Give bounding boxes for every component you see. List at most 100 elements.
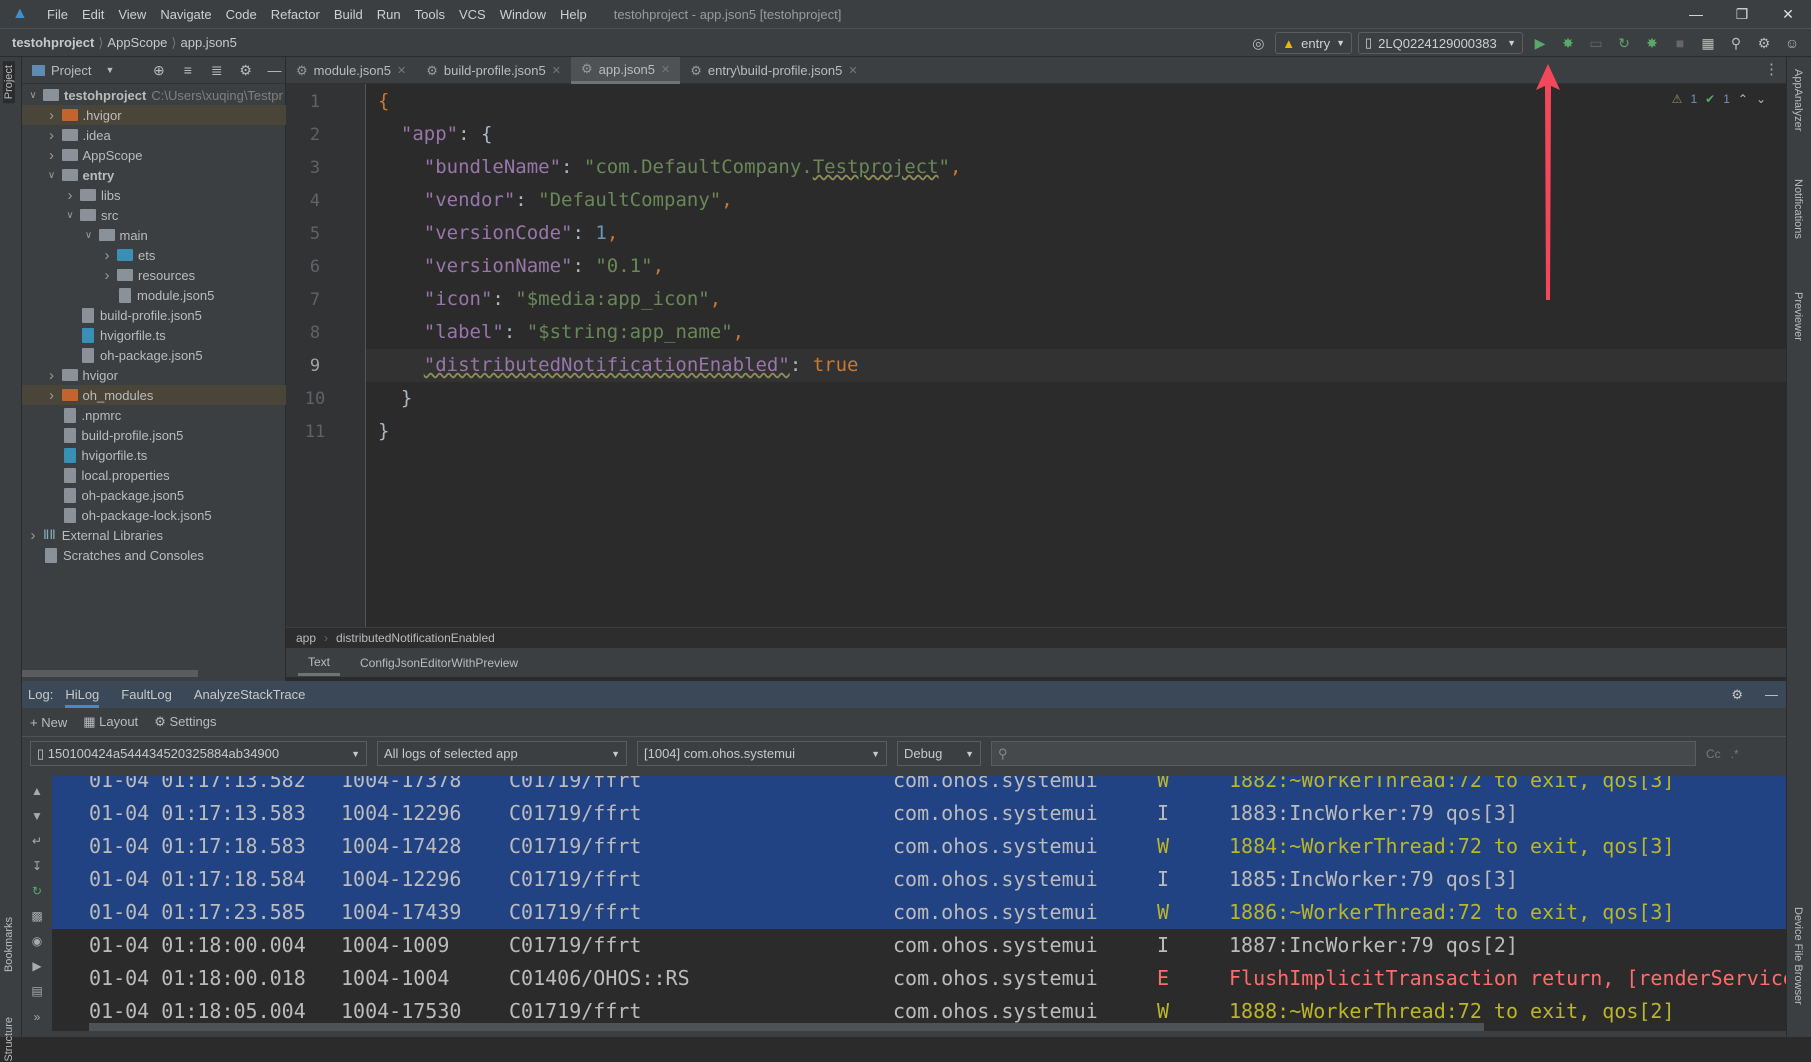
match-case-toggle[interactable]: Cc <box>1706 747 1721 761</box>
chevron-right-icon[interactable]: › <box>100 247 114 264</box>
new-button[interactable]: + New <box>30 715 67 730</box>
chevron-right-icon[interactable]: › <box>63 187 77 204</box>
log-row[interactable]: 01-04 01:17:23.585 1004-17439 C01719/ffrt c… <box>52 896 1786 929</box>
breadcrumb-project[interactable]: testohproject <box>0 35 98 50</box>
breadcrumb-appscope[interactable]: AppScope <box>103 35 171 50</box>
tree-item[interactable]: › ⅡⅡ External Libraries <box>22 525 286 545</box>
tree-item[interactable]: local.properties <box>22 465 286 485</box>
menu-build[interactable]: Build <box>327 7 370 22</box>
menu-navigate[interactable]: Navigate <box>153 7 218 22</box>
log-row[interactable]: 01-04 01:18:00.004 1004-1009 C01719/ffrt co… <box>52 929 1786 962</box>
chevron-right-icon[interactable]: › <box>26 527 40 544</box>
tab-module-json5[interactable]: ⚙ module.json5 ✕ <box>286 57 416 84</box>
log-row[interactable]: 01-04 01:17:13.582 1004-17378 C01719/ffrt c… <box>52 776 1786 797</box>
save-icon[interactable]: ▤ <box>28 984 46 998</box>
tab-faultlog[interactable]: FaultLog <box>121 687 172 702</box>
close-tab-icon[interactable]: ✕ <box>661 63 670 76</box>
menu-view[interactable]: View <box>111 7 153 22</box>
run-config-select[interactable]: ▲ entry ▼ <box>1275 32 1352 54</box>
tree-item[interactable]: oh-package.json5 <box>22 485 286 505</box>
close-tab-icon[interactable]: ✕ <box>397 64 406 77</box>
tree-item[interactable]: › ets <box>22 245 286 265</box>
chevron-right-icon[interactable]: › <box>45 387 59 404</box>
next-highlight-icon[interactable]: ⌄ <box>1756 92 1766 106</box>
tab-build-profile-json5[interactable]: ⚙ build-profile.json5 ✕ <box>416 57 571 84</box>
tree-item[interactable]: hvigorfile.ts <box>22 325 286 345</box>
project-view-select[interactable]: Project ▼ <box>32 63 114 78</box>
hide-log-icon[interactable]: — <box>1765 687 1778 702</box>
tree-item[interactable]: build-profile.json5 <box>22 305 286 325</box>
tree-item[interactable]: oh-package-lock.json5 <box>22 505 286 525</box>
tab-analyze-stack-trace[interactable]: AnalyzeStackTrace <box>194 687 306 702</box>
app-analyzer-tool-button[interactable]: AppAnalyzer <box>1792 69 1804 131</box>
project-tool-button[interactable]: Project <box>3 61 15 104</box>
tree-item[interactable]: ∨ main <box>22 225 286 245</box>
scope-filter[interactable]: All logs of selected app ▼ <box>377 741 627 766</box>
tree-item[interactable]: › .idea <box>22 125 286 145</box>
more-icon[interactable]: » <box>28 1010 46 1024</box>
menu-run[interactable]: Run <box>370 7 408 22</box>
settings-button[interactable]: ⚙ Settings <box>154 714 216 730</box>
menu-vcs[interactable]: VCS <box>452 7 493 22</box>
breadcrumb-file[interactable]: app.json5 <box>177 35 241 50</box>
chevron-right-icon[interactable]: › <box>100 267 114 284</box>
inspections-widget[interactable]: ⚠ 1 ✔ 1 ⌃ ⌄ <box>1672 92 1766 106</box>
tab-config-json-editor[interactable]: ConfigJsonEditorWithPreview <box>360 656 518 670</box>
device-filter[interactable]: ▯ 150100424a544434520325884ab34900 ▼ <box>30 741 367 766</box>
soft-wrap-icon[interactable]: ↵ <box>28 834 46 848</box>
tree-item[interactable]: .npmrc <box>22 405 286 425</box>
clear-icon[interactable]: ▩ <box>28 909 46 923</box>
menu-refactor[interactable]: Refactor <box>264 7 327 22</box>
scroll-up-icon[interactable]: ▲ <box>28 784 46 798</box>
horizontal-scrollbar[interactable] <box>22 670 198 677</box>
log-row[interactable]: 01-04 01:18:00.018 1004-1004 C01406/OHOS::… <box>52 962 1786 995</box>
log-output[interactable]: 01-04 01:17:13.582 1004-17378 C01719/ffrt c… <box>52 776 1786 1031</box>
tab-entry-build-profile-json5[interactable]: ⚙ entry\build-profile.json5 ✕ <box>680 57 867 84</box>
previous-highlight-icon[interactable]: ⌃ <box>1738 92 1748 106</box>
locate-icon[interactable]: ◎ <box>1247 32 1269 54</box>
chevron-down-icon[interactable]: ∨ <box>63 210 77 221</box>
stop-icon[interactable]: ■ <box>1669 32 1691 54</box>
restore-button[interactable]: ❐ <box>1719 0 1765 28</box>
tab-text[interactable]: Text <box>298 649 341 676</box>
close-tab-icon[interactable]: ✕ <box>552 64 561 77</box>
tab-app-json5[interactable]: ⚙ app.json5 ✕ <box>570 57 681 84</box>
menu-help[interactable]: Help <box>553 7 594 22</box>
tree-item[interactable]: › resources <box>22 265 286 285</box>
chevron-right-icon[interactable]: › <box>45 107 59 124</box>
project-structure-icon[interactable]: ▦ <box>1697 32 1719 54</box>
chevron-down-icon[interactable]: ∨ <box>45 170 59 181</box>
tree-item[interactable]: Scratches and Consoles <box>22 545 286 565</box>
chevron-right-icon[interactable]: › <box>45 127 59 144</box>
chevron-right-icon[interactable]: › <box>45 147 59 164</box>
tree-item[interactable]: › .hvigor <box>22 105 286 125</box>
level-filter[interactable]: Debug ▼ <box>897 741 981 766</box>
tree-item[interactable]: › hvigor <box>22 365 286 385</box>
tree-item[interactable]: ∨ testohproject C:\Users\xuqing\Testpr <box>22 85 286 105</box>
search-icon[interactable]: ⚲ <box>1725 32 1747 54</box>
bookmarks-tool-button[interactable]: Bookmarks <box>3 917 15 972</box>
process-filter[interactable]: [1004] com.ohos.systemui ▼ <box>637 741 887 766</box>
close-window-button[interactable]: ✕ <box>1765 0 1811 28</box>
screenshot-icon[interactable]: ◉ <box>28 934 46 948</box>
log-row[interactable]: 01-04 01:17:18.584 1004-12296 C01719/ffrt c… <box>52 863 1786 896</box>
settings-icon[interactable]: ⚙ <box>1753 32 1775 54</box>
log-search-input[interactable]: ⚲ <box>991 741 1696 766</box>
tree-item[interactable]: module.json5 <box>22 285 286 305</box>
more-tabs-icon[interactable]: ⋮ <box>1764 60 1779 78</box>
hide-icon[interactable]: — <box>264 59 285 81</box>
device-select[interactable]: ▯ 2LQ0224129000383 ▼ <box>1358 32 1523 54</box>
crumb-key[interactable]: distributedNotificationEnabled <box>336 631 495 645</box>
tree-item[interactable]: › libs <box>22 185 286 205</box>
regex-toggle[interactable]: .* <box>1731 747 1739 761</box>
structure-tool-button[interactable]: Structure <box>3 1017 15 1062</box>
tree-item[interactable]: ∨ entry <box>22 165 286 185</box>
menu-edit[interactable]: Edit <box>75 7 111 22</box>
expand-all-icon[interactable]: ≡ <box>177 59 198 81</box>
record-icon[interactable]: ▶ <box>28 959 46 973</box>
attach-debugger-icon[interactable]: ▭ <box>1585 32 1607 54</box>
device-file-browser-tool-button[interactable]: Device File Browser <box>1792 907 1804 1005</box>
menu-tools[interactable]: Tools <box>408 7 452 22</box>
tree-item[interactable]: oh-package.json5 <box>22 345 286 365</box>
log-horizontal-scrollbar[interactable] <box>89 1023 1484 1031</box>
